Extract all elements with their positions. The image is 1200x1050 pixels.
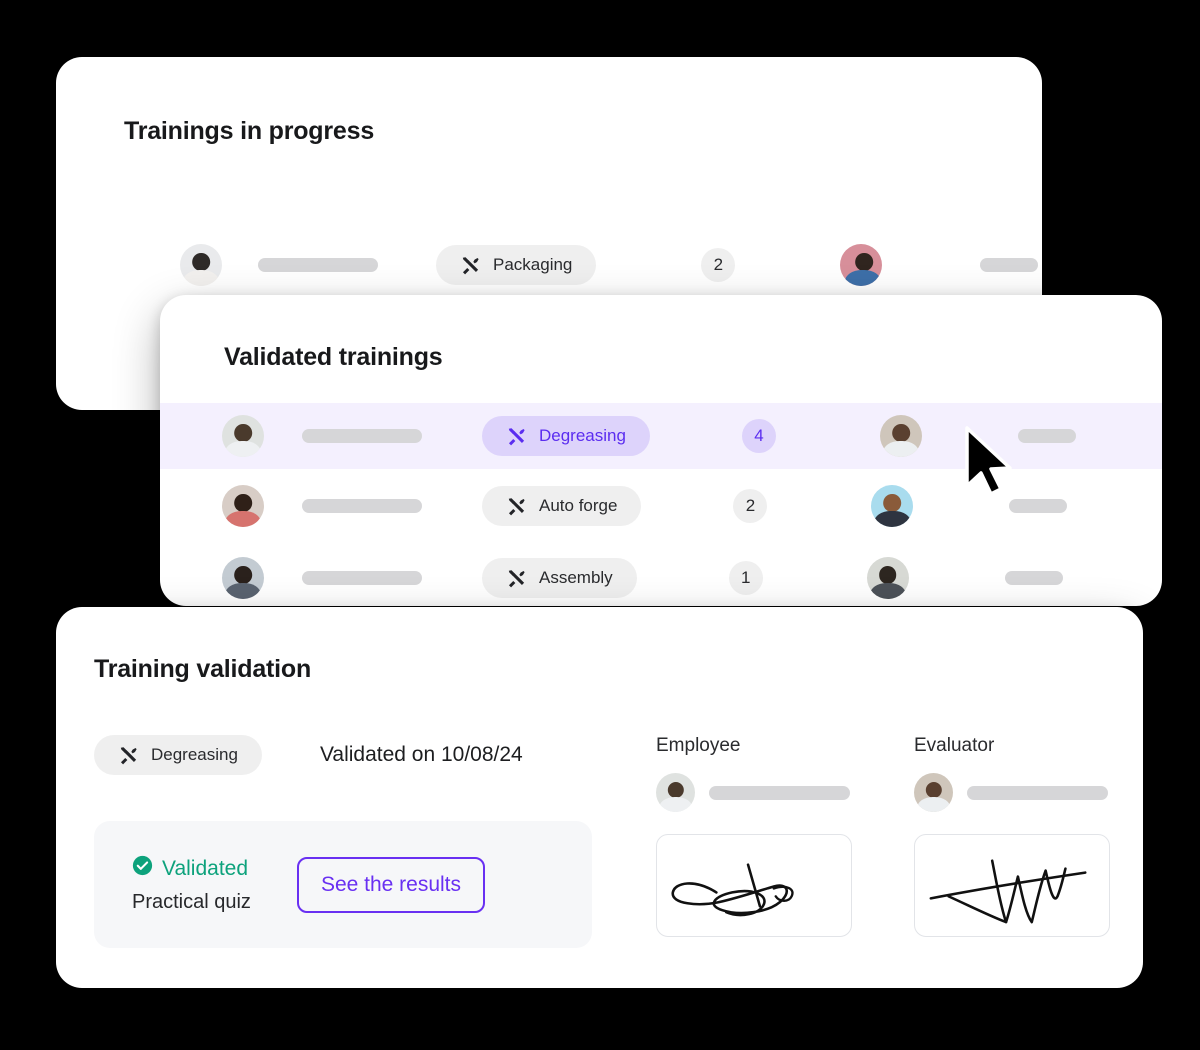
training-chip-label: Assembly [539, 568, 613, 587]
quiz-summary: Validated Practical quiz [132, 855, 251, 914]
signature-canvas-evaluator[interactable] [914, 834, 1110, 937]
training-chip[interactable]: Auto forge [482, 486, 642, 526]
handwritten-signature-icon [929, 859, 1087, 924]
evaluator-avatar [871, 485, 914, 527]
check-circle-icon [132, 855, 153, 882]
signer-name-placeholder [709, 785, 850, 800]
tools-icon [506, 568, 527, 589]
training-chip-selected[interactable]: Degreasing [482, 416, 650, 456]
status-placeholder [1017, 429, 1076, 443]
avatar [914, 773, 953, 812]
signer-name-placeholder [967, 785, 1108, 800]
card-validated-trainings: Validated trainings Degreasing 4 Auto fo… [160, 295, 1162, 606]
tools-icon [460, 255, 481, 276]
avatar [222, 415, 264, 457]
status-badge-label: Validated [162, 856, 249, 880]
signature-canvas-employee[interactable] [656, 834, 852, 937]
table-row-selected[interactable]: Degreasing 4 [160, 403, 1162, 469]
avatar [656, 773, 695, 812]
evaluator-avatar [879, 415, 922, 457]
evaluator-avatar [866, 557, 909, 599]
status-placeholder [980, 258, 1039, 272]
table-row[interactable]: Assembly 1 [160, 547, 1162, 606]
tools-icon [506, 426, 527, 447]
employee-name-placeholder [302, 499, 422, 513]
card-training-validation: Training validation Degreasing Validated… [56, 607, 1143, 988]
signer-identity [914, 773, 1110, 812]
handwritten-signature-icon [671, 863, 794, 917]
training-count-badge: 2 [733, 489, 768, 523]
status-placeholder [1004, 571, 1063, 585]
signature-group-employee: Employee [656, 735, 852, 937]
training-chip-label: Packaging [493, 255, 573, 274]
tools-icon [118, 745, 139, 766]
tools-icon [506, 496, 527, 517]
training-count-badge: 4 [741, 419, 776, 453]
quiz-subtitle: Practical quiz [132, 891, 251, 913]
table-row[interactable]: Auto forge 2 [160, 475, 1162, 537]
page-title-validated-trainings: Validated trainings [224, 343, 443, 371]
avatar [222, 557, 264, 599]
employee-name-placeholder [302, 571, 422, 585]
training-chip[interactable]: Degreasing [94, 735, 262, 775]
training-chip[interactable]: Packaging [436, 245, 597, 285]
signature-role-label: Employee [656, 735, 741, 756]
status-placeholder [1009, 499, 1068, 513]
screenshot-canvas: Trainings in progress Packaging 2 Valida… [0, 0, 1200, 1050]
page-title-trainings-in-progress: Trainings in progress [124, 117, 375, 145]
training-chip-label: Degreasing [151, 745, 238, 764]
see-the-results-button[interactable]: See the results [296, 856, 486, 913]
quiz-result-panel: Validated Practical quiz See the results [94, 821, 592, 948]
training-count-badge: 1 [728, 561, 763, 595]
training-count-badge: 2 [701, 248, 736, 282]
avatar [180, 244, 222, 286]
signature-role-label: Evaluator [914, 735, 995, 756]
page-title-training-validation: Training validation [94, 655, 312, 683]
avatar [222, 485, 264, 527]
signer-identity [656, 773, 852, 812]
validated-on-date: Validated on 10/08/24 [319, 743, 523, 766]
training-chip[interactable]: Assembly [482, 558, 637, 598]
signature-group-evaluator: Evaluator [914, 735, 1110, 937]
status-badge: Validated [132, 855, 251, 882]
employee-name-placeholder [258, 258, 378, 272]
training-chip-label: Degreasing [539, 426, 626, 445]
table-row[interactable]: Packaging 2 [56, 234, 1042, 296]
employee-name-placeholder [302, 429, 422, 443]
evaluator-avatar [840, 244, 883, 286]
validation-meta: Degreasing Validated on 10/08/24 [94, 735, 523, 775]
training-chip-label: Auto forge [539, 496, 618, 515]
